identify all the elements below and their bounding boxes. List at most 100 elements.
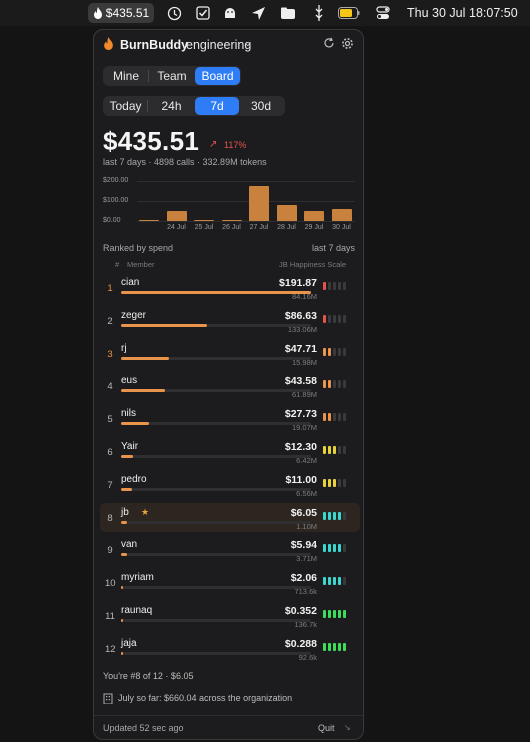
happiness-segment	[338, 282, 341, 290]
happiness-segment	[343, 314, 346, 323]
x-tick-label: 27 Jul	[249, 224, 269, 231]
app-title: BurnBuddy	[120, 38, 189, 52]
leaderboard-row[interactable]: 4 eus $43.58 61.89M	[100, 371, 360, 400]
rank-number: 7	[107, 479, 113, 491]
leaderboard-row[interactable]: 3 rj $47.71 15.98M	[100, 339, 360, 368]
leaderboard-row[interactable]: 9 van $5.94 3.71M	[100, 535, 360, 564]
member-cost: $27.73	[284, 408, 317, 421]
member-cost: $0.352	[284, 605, 317, 617]
happiness-segment	[343, 544, 346, 553]
member-tokens: 84.16M	[291, 292, 317, 301]
happiness-segment	[328, 610, 331, 618]
happiness-meter	[323, 478, 346, 487]
burnbuddy-popover: BurnBuddy engineering ⌄ Mine Team Board …	[93, 29, 364, 740]
happiness-meter	[323, 446, 346, 454]
popover-header: BurnBuddy engineering ⌄	[94, 30, 363, 60]
leaderboard-row[interactable]: 10 myriam $2.06 713.6k	[100, 568, 360, 597]
happiness-segment	[338, 413, 341, 422]
expand-icon[interactable]: ↘	[344, 723, 351, 732]
leaderboard-row[interactable]: 12 jaja $0.288 92.6k	[100, 634, 360, 663]
member-name: zeger	[121, 309, 147, 321]
happiness-segment	[323, 478, 326, 487]
member-name: Yair	[121, 441, 139, 452]
y-tick-label: $100.00	[103, 197, 129, 204]
leaderboard-row[interactable]: 11 raunaq $0.352 136.7k	[100, 601, 360, 630]
happiness-meter	[323, 544, 346, 553]
happiness-segment	[333, 610, 336, 618]
tab-30d[interactable]: 30d	[239, 97, 283, 115]
refresh-icon[interactable]	[323, 37, 335, 49]
updated-status: Updated 52 sec ago	[103, 723, 184, 733]
member-tokens: 6.42M	[296, 456, 317, 465]
member-cost: $5.94	[290, 539, 317, 552]
control-center-icon[interactable]	[375, 5, 391, 21]
member-tokens: 1.10M	[296, 521, 317, 531]
tab-mine[interactable]: Mine	[104, 67, 148, 85]
leaderboard-row[interactable]: 8 jb ★ $6.05 1.10M	[100, 502, 360, 532]
menu-bar: $435.51 Thu 30 Jul 18:07:50	[0, 0, 530, 26]
leaderboard-row[interactable]: 6 Yair $12.30 6.42M	[100, 437, 360, 466]
happiness-segment	[343, 478, 346, 487]
checkbox-icon[interactable]	[195, 5, 211, 21]
menubar-date[interactable]: Thu 30 Jul	[407, 6, 465, 20]
spend-share-track	[121, 651, 311, 655]
chart-bar	[166, 210, 187, 221]
happiness-meter	[323, 282, 346, 290]
happiness-segment	[328, 380, 331, 389]
range-segmented-control: Today 24h 7d 30d	[103, 96, 285, 116]
happiness-segment	[323, 347, 326, 356]
folder-cloud-icon[interactable]	[280, 5, 296, 21]
y-tick-label: $0.00	[103, 217, 121, 224]
member-tokens: 15.98M	[291, 357, 317, 367]
member-cost: $86.63	[284, 309, 317, 322]
happiness-segment	[333, 642, 336, 651]
gear-icon[interactable]	[341, 37, 354, 50]
leaderboard-row[interactable]: 5 nils $27.73 19.07M	[100, 404, 360, 433]
happiness-segment	[333, 380, 336, 389]
activity-monitor-icon[interactable]	[166, 5, 182, 21]
rank-number: 2	[107, 315, 113, 327]
spend-share-fill	[121, 455, 134, 458]
tab-today[interactable]: Today	[104, 97, 147, 115]
member-tokens: 133.06M	[287, 324, 317, 334]
rank-number: 5	[107, 414, 113, 426]
tab-team[interactable]: Team	[149, 67, 195, 85]
happiness-segment	[333, 413, 336, 422]
leaderboard-row[interactable]: 7 pedro $11.00 6.56M	[100, 470, 360, 499]
android-icon[interactable]	[222, 5, 238, 21]
happiness-segment	[338, 380, 341, 389]
happiness-segment	[328, 642, 331, 651]
quit-button[interactable]: Quit	[318, 723, 335, 733]
happiness-segment	[323, 380, 326, 389]
happiness-segment	[338, 314, 341, 323]
tab-7d[interactable]: 7d	[195, 97, 239, 115]
footer-divider	[94, 715, 363, 716]
happiness-segment	[328, 511, 331, 520]
x-tick-label: 28 Jul	[277, 224, 296, 231]
happiness-segment	[323, 577, 326, 586]
member-tokens: 6.56M	[296, 488, 317, 498]
happiness-segment	[338, 544, 341, 553]
team-selector[interactable]: engineering	[186, 38, 251, 52]
spend-share-fill	[121, 487, 133, 491]
summary-meta: last 7 days · 4898 calls · 332.89M token…	[103, 157, 267, 167]
happiness-segment	[328, 577, 331, 586]
usb-icon[interactable]	[311, 5, 327, 21]
happiness-segment	[323, 642, 326, 651]
burnbuddy-menubar-item[interactable]: $435.51	[88, 3, 154, 23]
menubar-time[interactable]: 18:07:50	[469, 6, 518, 20]
tab-board[interactable]: Board	[195, 67, 240, 85]
spend-share-fill	[121, 291, 311, 294]
battery-icon[interactable]	[338, 5, 360, 21]
total-spend: $435.51	[103, 126, 200, 156]
member-name: rj	[121, 342, 127, 354]
tab-24h[interactable]: 24h	[148, 97, 195, 115]
chevron-down-icon[interactable]: ⌄	[244, 38, 252, 49]
spend-share-fill	[121, 356, 169, 360]
happiness-segment	[338, 478, 341, 487]
x-tick-label: 29 Jul	[304, 224, 324, 231]
location-icon[interactable]	[250, 5, 266, 21]
spend-share-fill	[121, 619, 123, 622]
leaderboard-row[interactable]: 1 cian $191.87 84.16M	[100, 273, 360, 302]
leaderboard-row[interactable]: 2 zeger $86.63 133.06M	[100, 306, 360, 335]
